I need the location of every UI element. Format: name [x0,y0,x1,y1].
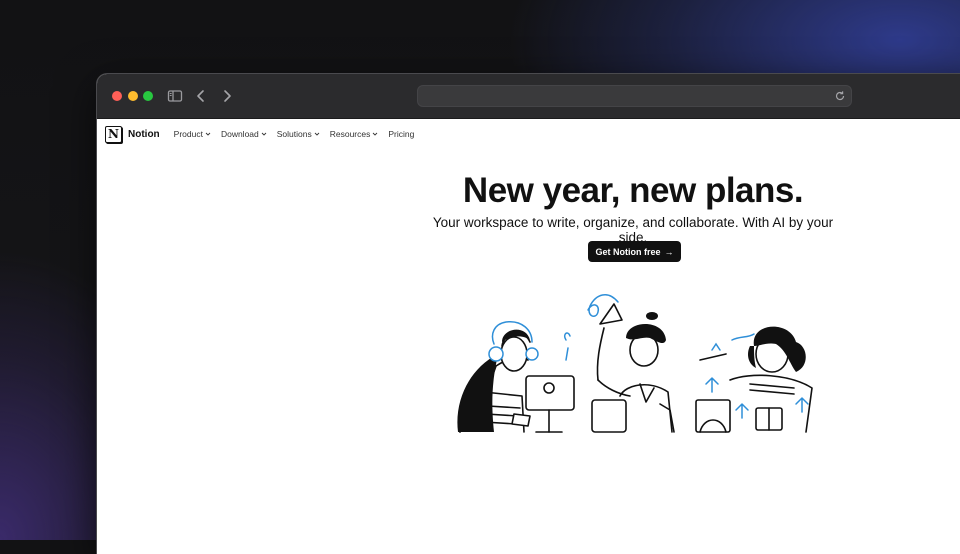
chevron-down-icon [373,132,378,136]
nav-item-label: Pricing [388,129,415,139]
nav-item-pricing[interactable]: Pricing [388,129,414,139]
cta-label: Get Notion free [595,246,661,257]
nav-item-resources[interactable]: Resources [330,129,379,139]
chevron-down-icon [205,132,211,136]
nav-item-solutions[interactable]: Solutions [277,129,320,139]
nav-item-download[interactable]: Download [221,129,267,139]
back-arrow-icon[interactable] [192,87,210,105]
get-notion-free-button[interactable]: Get Notion free → [588,241,681,262]
browser-window: N Notion Product Download Solutions Reso… [97,74,960,554]
nav-item-label: Download [220,129,259,139]
hero-title: New year, new plans. [462,171,804,210]
chevron-down-icon [314,132,320,136]
sidebar-toggle-icon[interactable] [166,87,184,105]
hero-illustration [457,294,813,433]
nav-item-product[interactable]: Product [174,129,211,139]
arrow-right-icon: → [664,246,674,257]
address-bar[interactable] [417,85,852,107]
nav-item-label: Resources [329,129,371,139]
notion-logo-icon[interactable]: N [105,125,122,143]
notion-homepage: N Notion Product Download Solutions Reso… [97,119,960,554]
top-navigation: N Notion Product Download Solutions Reso… [105,124,424,144]
browser-titlebar [97,74,960,119]
nav-item-label: Solutions [276,129,312,139]
chevron-down-icon [261,132,267,136]
close-window-button[interactable] [112,91,122,101]
forward-arrow-icon[interactable] [218,87,236,105]
brand-name[interactable]: Notion [128,129,160,140]
reload-icon[interactable] [833,89,847,103]
logo-letter: N [108,127,119,141]
zoom-window-button[interactable] [143,91,153,101]
nav-item-label: Product [173,129,203,139]
minimize-window-button[interactable] [128,91,138,101]
